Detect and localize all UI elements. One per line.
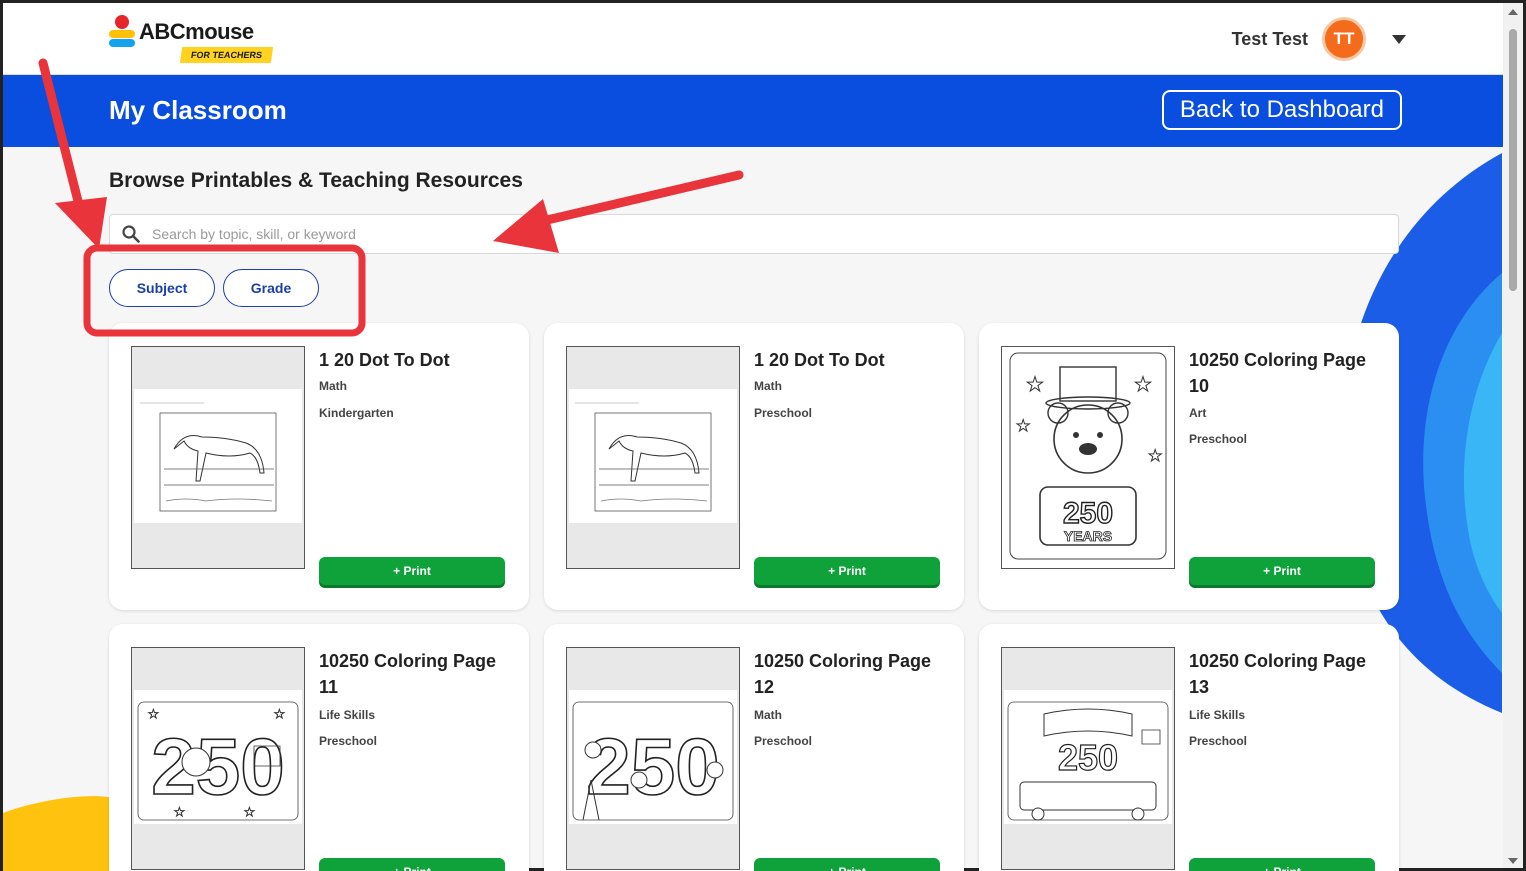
resource-grade: Preschool (754, 734, 813, 748)
resource-subject: Art (1189, 406, 1207, 420)
resource-card[interactable]: 250 ★ ★ ★ ★ 10250 Coloring Page 11 Life … (109, 624, 529, 871)
resource-thumbnail[interactable]: 250 (566, 647, 740, 870)
resource-title[interactable]: 10250 Coloring Page 10 (1189, 347, 1385, 399)
resource-thumbnail[interactable] (566, 346, 740, 569)
resource-card[interactable]: 1 20 Dot To Dot Math Preschool + Print (544, 323, 964, 610)
horse-illustration (569, 389, 737, 523)
subject-filter-button[interactable]: Subject (109, 269, 215, 307)
print-button[interactable]: + Print (754, 557, 940, 585)
svg-text:250: 250 (1058, 737, 1118, 778)
svg-text:★: ★ (274, 707, 285, 721)
resource-thumbnail[interactable]: 250 (1001, 647, 1175, 870)
resource-title[interactable]: 1 20 Dot To Dot (754, 347, 950, 373)
resource-grade: Kindergarten (319, 406, 394, 420)
resource-subject: Math (754, 708, 782, 722)
abcmouse-logo[interactable]: ABCmouse FOR TEACHERS (109, 13, 279, 69)
logo-bar-blue (109, 39, 135, 47)
horse-illustration (134, 389, 302, 523)
print-button[interactable]: + Print (1189, 557, 1375, 585)
top-bar: ABCmouse FOR TEACHERS Test Test TT (3, 3, 1506, 75)
svg-text:★: ★ (244, 805, 255, 819)
resource-subject: Life Skills (319, 708, 376, 722)
resource-grade: Preschool (1189, 432, 1248, 446)
decorative-sun (3, 796, 113, 871)
print-button[interactable]: + Print (319, 557, 505, 585)
svg-text:★: ★ (1026, 374, 1044, 396)
svg-text:250: 250 (1063, 497, 1113, 530)
section-title: Browse Printables & Teaching Resources (109, 169, 523, 192)
eagle-illustration: 250 ★ ★ ★ ★ (134, 690, 302, 824)
resource-subject: Math (319, 379, 347, 393)
svg-text:250: 250 (586, 722, 719, 811)
logo-ribbon: FOR TEACHERS (179, 47, 274, 63)
print-button[interactable]: + Print (319, 858, 505, 871)
svg-text:★: ★ (1134, 374, 1152, 396)
scroll-thumb[interactable] (1509, 29, 1517, 291)
resource-card[interactable]: 250 10250 Coloring Page 13 Life Skills P… (979, 624, 1399, 871)
scroll-down-icon[interactable] (1508, 858, 1518, 864)
resource-card[interactable]: 1 20 Dot To Dot Math Kindergarten + Prin… (109, 323, 529, 610)
logo-bar-yellow (109, 30, 135, 38)
resource-card[interactable]: 250 YEARS ★ ★ ★ ★ 10250 Coloring Page 10… (979, 323, 1399, 610)
svg-text:★: ★ (1148, 448, 1162, 465)
resource-title[interactable]: 10250 Coloring Page 13 (1189, 648, 1385, 700)
chevron-down-icon[interactable] (1392, 34, 1406, 44)
search-icon (122, 225, 140, 243)
resource-subject: Life Skills (1189, 708, 1246, 722)
resource-card[interactable]: 250 10250 Coloring Page 12 Math Preschoo… (544, 624, 964, 871)
bear-illustration: 250 YEARS ★ ★ ★ ★ (1009, 352, 1167, 560)
svg-text:★: ★ (174, 805, 185, 819)
resource-grade: Preschool (1189, 734, 1248, 748)
filter-group: Subject Grade (109, 269, 319, 307)
scroll-up-icon[interactable] (1508, 9, 1518, 15)
parade-illustration: 250 (1004, 690, 1172, 824)
svg-text:250: 250 (151, 722, 284, 811)
resource-grade: Preschool (754, 406, 813, 420)
resource-title[interactable]: 10250 Coloring Page 11 (319, 648, 515, 700)
logo-dot (115, 15, 129, 29)
page-title: My Classroom (109, 95, 287, 125)
search-input[interactable] (152, 226, 1398, 242)
svg-text:★: ★ (148, 707, 159, 721)
page-banner: My Classroom Back to Dashboard (3, 75, 1506, 147)
grade-filter-button[interactable]: Grade (223, 269, 319, 307)
resource-thumbnail[interactable] (131, 346, 305, 569)
search-bar[interactable] (109, 214, 1399, 254)
user-name: Test Test (1231, 28, 1308, 49)
svg-text:★: ★ (1016, 418, 1030, 435)
logo-wordmark: ABCmouse (139, 19, 254, 44)
resource-thumbnail[interactable]: 250 YEARS ★ ★ ★ ★ (1001, 346, 1175, 569)
back-to-dashboard-button[interactable]: Back to Dashboard (1161, 90, 1402, 130)
user-menu[interactable]: Test Test TT (1232, 17, 1406, 61)
resource-title[interactable]: 10250 Coloring Page 12 (754, 648, 950, 700)
print-button[interactable]: + Print (754, 858, 940, 871)
resource-subject: Math (754, 379, 782, 393)
kids-illustration: 250 (569, 690, 737, 824)
avatar[interactable]: TT (1322, 17, 1366, 61)
resource-grade: Preschool (319, 734, 378, 748)
svg-text:YEARS: YEARS (1064, 528, 1112, 544)
resource-title[interactable]: 1 20 Dot To Dot (319, 347, 515, 373)
scrollbar[interactable] (1503, 3, 1523, 868)
print-button[interactable]: + Print (1189, 858, 1375, 871)
resource-thumbnail[interactable]: 250 ★ ★ ★ ★ (131, 647, 305, 870)
